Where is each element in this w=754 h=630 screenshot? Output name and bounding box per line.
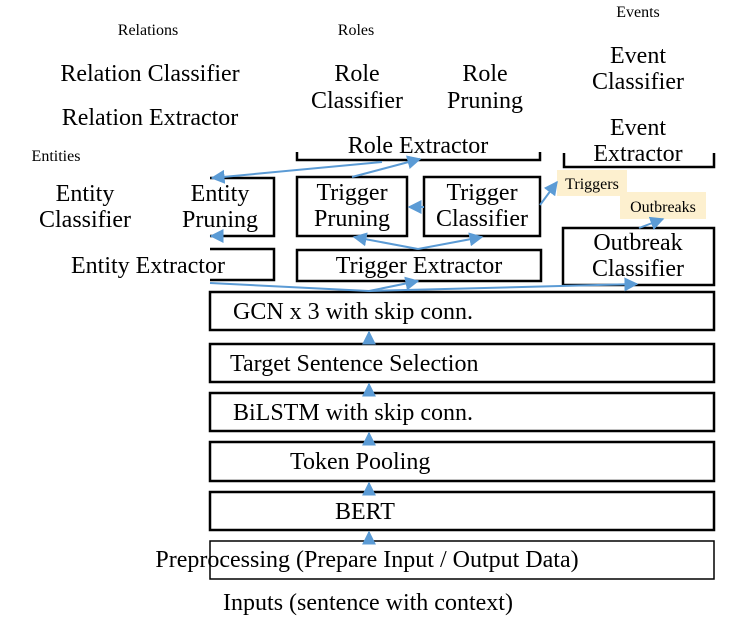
role-pruning-line2: Pruning [447, 88, 523, 114]
role-classifier-line2: Classifier [311, 88, 403, 114]
role-extractor: Role Extractor [348, 133, 489, 159]
trigger-classifier-line2: Classifier [436, 206, 528, 232]
relation-classifier: Relation Classifier [60, 61, 239, 87]
bert-layer: BERT [335, 499, 395, 525]
outbreak-classifier-line1: Outbreak [593, 230, 682, 256]
outbreaks-label: Outbreaks [630, 199, 696, 216]
architecture-diagram: Relations Roles Events Entities Relation… [32, 4, 716, 616]
entity-pruning-line1: Entity [191, 181, 250, 207]
arrow-classifier-triggers [539, 180, 558, 206]
outbreak-classifier-line2: Classifier [592, 256, 684, 282]
token-pooling-box [208, 440, 716, 483]
arrow-trigger-pruning-role-extractor [351, 155, 422, 178]
trigger-extractor: Trigger Extractor [336, 253, 502, 279]
preprocessing-layer: Preprocessing (Prepare Input / Output Da… [155, 547, 578, 573]
trigger-classifier-line1: Trigger [446, 180, 517, 206]
roles-label: Roles [338, 22, 374, 39]
bert-box [208, 490, 716, 532]
entity-classifier-line1: Entity [56, 181, 115, 207]
target-sentence-layer: Target Sentence Selection [230, 351, 478, 377]
event-extractor-line1: Event [610, 115, 666, 141]
relation-extractor: Relation Extractor [62, 105, 239, 131]
gcn-layer: GCN x 3 with skip conn. [233, 299, 473, 325]
bilstm-layer: BiLSTM with skip conn. [233, 400, 473, 426]
token-pooling-layer: Token Pooling [290, 449, 430, 475]
entity-pruning-line2: Pruning [182, 207, 258, 233]
event-extractor-line2: Extractor [593, 141, 682, 167]
triggers-label: Triggers [565, 176, 619, 193]
events-label: Events [616, 4, 660, 21]
entities-label: Entities [32, 148, 81, 165]
trigger-pruning-line2: Pruning [314, 206, 390, 232]
relations-label: Relations [118, 22, 178, 39]
arrow-outbreak-outbreaks [638, 216, 665, 230]
role-classifier-line1: Role [334, 61, 379, 87]
entity-classifier-line2: Classifier [39, 207, 131, 233]
event-classifier-line1: Event [610, 43, 666, 69]
arrow-gcn-outbreak-classifier [368, 277, 639, 292]
arrow-gcn-entity-extractor [209, 282, 370, 292]
trigger-pruning-line1: Trigger [316, 180, 387, 206]
arrow-trigger-extractor-pruning [352, 232, 419, 250]
role-pruning-line1: Role [462, 61, 507, 87]
arrow-trigger-extractor-classifier [417, 232, 484, 250]
event-classifier-line2: Classifier [592, 69, 684, 95]
inputs-label: Inputs (sentence with context) [223, 590, 513, 616]
entity-extractor: Entity Extractor [71, 253, 225, 279]
